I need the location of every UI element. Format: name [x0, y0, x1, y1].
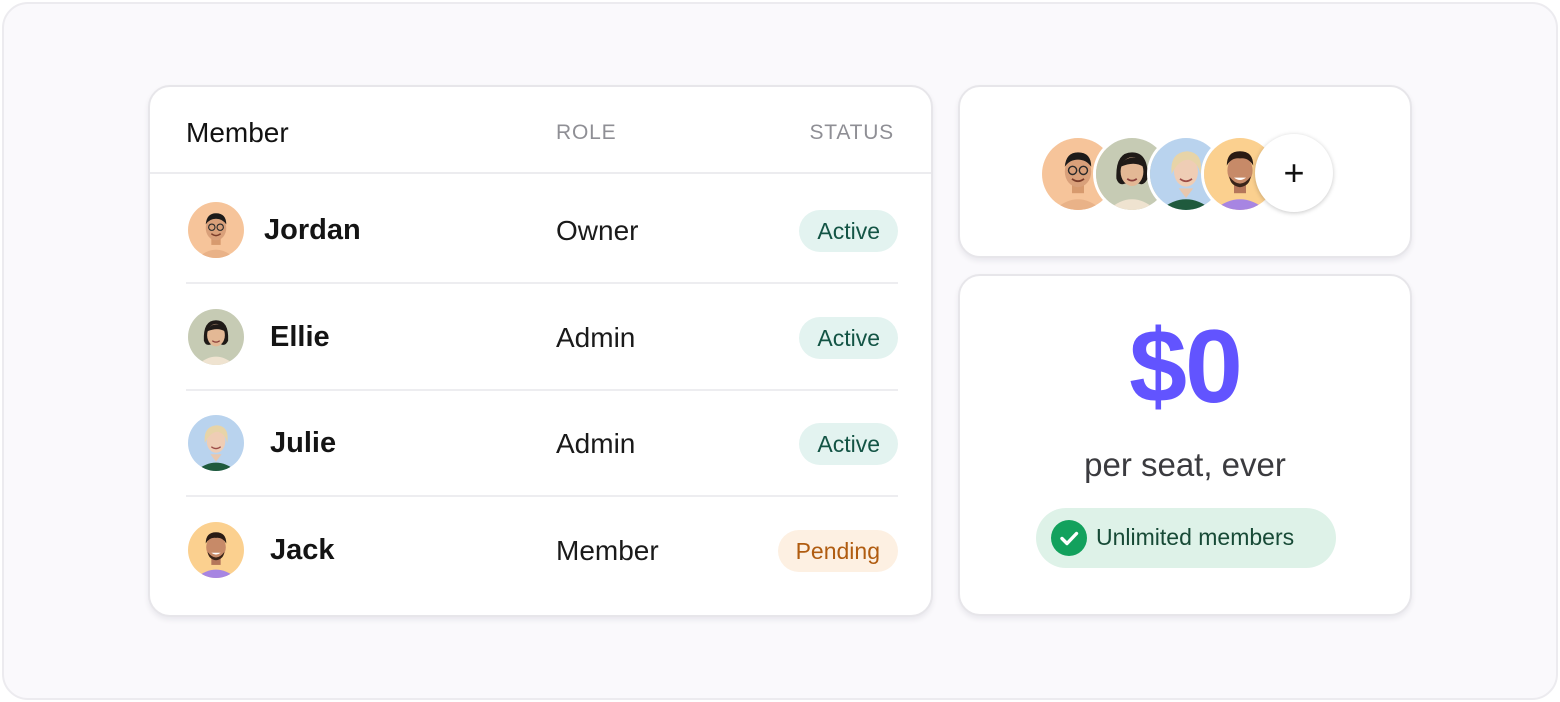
avatar [186, 413, 246, 473]
member-role: Member [556, 535, 659, 566]
status-badge: Active [799, 210, 898, 252]
table-row-julie[interactable]: Julie Admin Active [186, 391, 898, 497]
table-row-jack[interactable]: Jack Member Pending [186, 498, 898, 604]
plus-icon: + [1283, 152, 1305, 193]
member-name: Jack [270, 534, 335, 566]
price-value: $0 [1129, 309, 1243, 425]
unlimited-members-label: Unlimited members [1096, 524, 1295, 550]
column-header-member[interactable]: Member [186, 117, 289, 149]
status-badge: Active [799, 317, 898, 359]
table-row-jordan[interactable]: Jordan Owner Active [186, 178, 898, 284]
status-badge: Active [799, 423, 898, 465]
member-role: Owner [556, 215, 639, 246]
status-badge: Pending [777, 530, 898, 572]
column-header-role[interactable]: ROLE [556, 121, 616, 145]
check-circle-icon [1051, 520, 1087, 556]
column-header-status[interactable]: STATUS [809, 121, 894, 145]
members-table: Member ROLE STATUS Jordan Owner Active E… [148, 85, 933, 617]
avatar [186, 307, 246, 367]
member-name: Ellie [270, 321, 330, 353]
price-subtitle: per seat, ever [1084, 446, 1286, 483]
member-role: Admin [556, 322, 636, 353]
member-name: Jordan [264, 214, 361, 246]
member-name: Julie [270, 427, 337, 459]
member-role: Admin [556, 428, 636, 459]
unlimited-members-badge: Unlimited members [1036, 508, 1336, 568]
pricing-card: $0 per seat, ever Unlimited members [958, 274, 1412, 616]
avatar [186, 200, 246, 260]
table-row-ellie[interactable]: Ellie Admin Active [186, 285, 898, 391]
team-avatar-stack: + [958, 85, 1412, 258]
table-header: Member ROLE STATUS [150, 87, 931, 174]
add-member-button[interactable]: + [1255, 134, 1333, 212]
avatar [186, 520, 246, 580]
